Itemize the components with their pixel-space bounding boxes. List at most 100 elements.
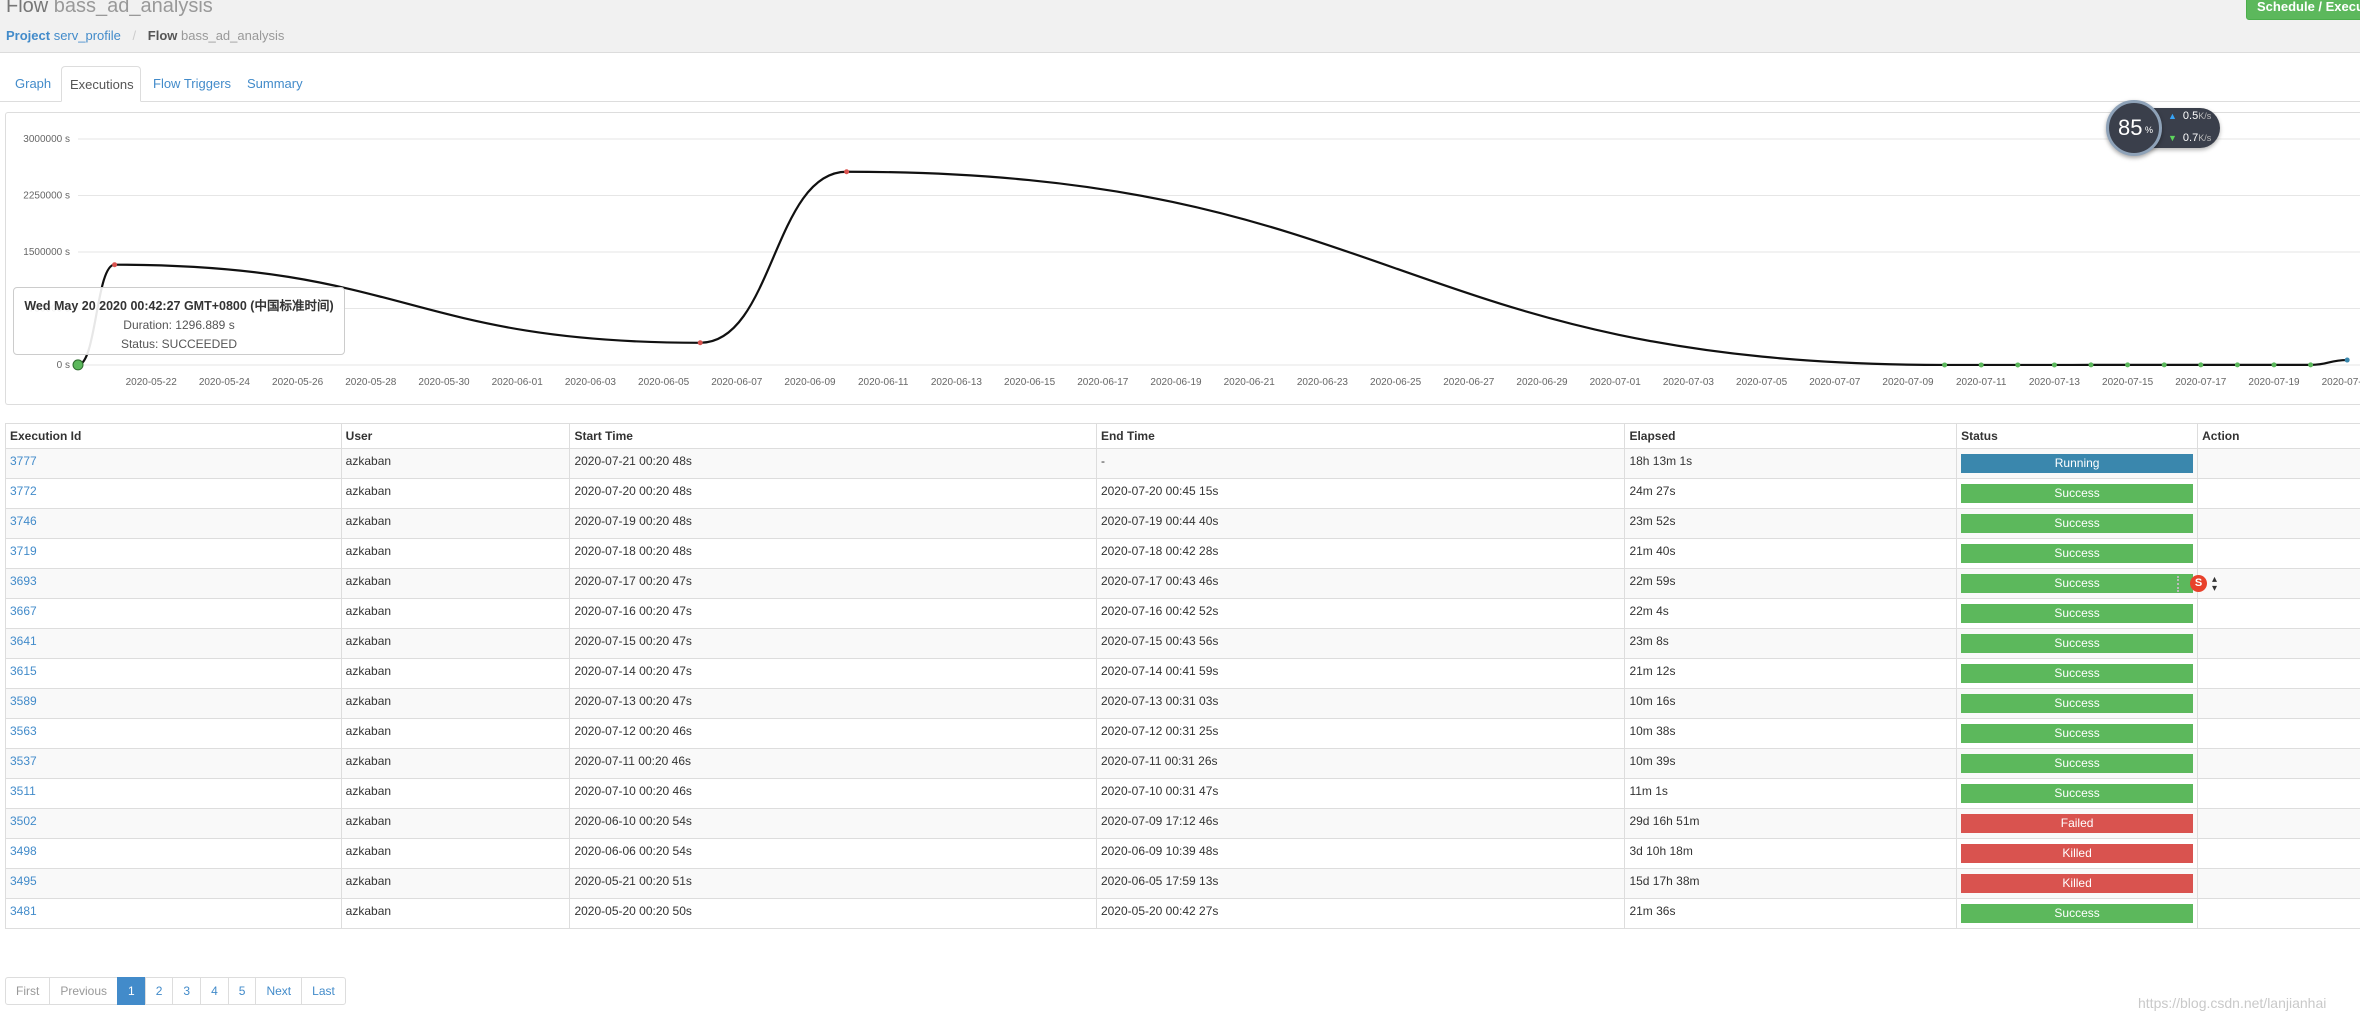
action-cell [2197,598,2360,629]
execution-id-link[interactable]: 3511 [10,784,36,798]
execution-id-link[interactable]: 3772 [10,484,37,498]
action-cell [2197,838,2360,869]
user-cell: azkaban [340,448,571,479]
user-cell: azkaban [340,508,571,539]
x-tick-label: 2020-07-21 [2322,377,2360,388]
x-tick-label: 2020-06-21 [1224,377,1276,388]
execution-id-cell: 3777 [5,448,342,479]
user-cell: azkaban [340,688,571,719]
status-badge: Success [1961,604,2194,623]
col-start-time[interactable]: Start Time [569,423,1097,449]
execution-id-link[interactable]: 3667 [10,604,37,618]
page-2-button[interactable]: 2 [144,977,174,1005]
y-tick-label: 2250000 s [23,191,70,202]
sogou-s-icon[interactable]: S [2190,575,2207,592]
end-time-cell: 2020-07-15 00:43 56s [1095,628,1626,659]
tooltip-duration: Duration: 1296.889 s [123,318,235,332]
start-time-cell: 2020-07-20 00:20 48s [569,478,1097,509]
col-execution-id[interactable]: Execution Id [5,423,342,449]
page-previous-button[interactable]: Previous [49,977,119,1005]
execution-id-link[interactable]: 3777 [10,454,37,468]
action-cell [2197,868,2360,899]
table-row: 3667 azkaban 2020-07-16 00:20 47s 2020-07-1… [5,598,2360,629]
execution-id-link[interactable]: 3746 [10,514,37,528]
start-time-cell: 2020-07-21 00:20 48s [569,448,1097,479]
status-cell: Success [1956,748,2199,779]
execution-id-link[interactable]: 3563 [10,724,37,738]
y-tick-label: 1500000 s [23,247,70,258]
x-tick-label: 2020-05-22 [126,377,178,388]
status-badge: Success [1961,544,2194,563]
execution-id-cell: 3563 [5,718,342,749]
data-point [2308,362,2314,368]
caret-updown-icon[interactable]: ▴ ▾ [2212,575,2217,594]
end-time-cell: 2020-05-20 00:42 27s [1095,898,1626,929]
elapsed-cell: 23m 52s [1624,508,1958,539]
table-header-row: Execution Id User Start Time End Time El… [5,423,2360,449]
end-time-cell: 2020-07-11 00:31 26s [1095,748,1626,779]
x-tick-label: 2020-07-09 [1882,377,1934,388]
user-cell: azkaban [340,598,571,629]
chart-tooltip: Wed May 20 2020 00:42:27 GMT+0800 (中国标准时… [13,287,345,355]
start-time-cell: 2020-07-10 00:20 46s [569,778,1097,809]
elapsed-cell: 22m 4s [1624,598,1958,629]
col-end-time[interactable]: End Time [1095,423,1626,449]
x-tick-label: 2020-06-25 [1370,377,1422,388]
user-cell: azkaban [340,538,571,569]
end-time-cell: 2020-07-09 17:12 46s [1095,808,1626,839]
status-badge: Success [1961,904,2194,923]
page-3-button[interactable]: 3 [172,977,202,1005]
status-cell: Failed [1956,808,2199,839]
execution-id-link[interactable]: 3495 [10,874,37,888]
execution-id-link[interactable]: 3537 [10,754,37,768]
x-tick-label: 2020-06-15 [1004,377,1056,388]
col-status[interactable]: Status [1956,423,2199,449]
page-next-button[interactable]: Next [255,977,303,1005]
x-tick-label: 2020-07-13 [2029,377,2081,388]
execution-id-link[interactable]: 3693 [10,574,37,588]
upload-speed-value: 0.5 [2182,110,2199,122]
page-4-button[interactable]: 4 [200,977,229,1005]
table-row: 3481 azkaban 2020-05-20 00:20 50s 2020-05-2… [5,898,2360,929]
page-last-button[interactable]: Last [301,977,346,1005]
action-cell [2197,808,2360,839]
drag-handle-icon[interactable] [2177,576,2187,592]
execution-id-link[interactable]: 3481 [10,904,37,918]
table-row: 3719 azkaban 2020-07-18 00:20 48s 2020-07-1… [5,538,2360,569]
tooltip-date: Wed May 20 2020 00:42:27 GMT+0800 (中国标准时… [24,299,334,313]
status-badge: Success [1961,784,2194,803]
col-elapsed[interactable]: Elapsed [1624,423,1958,449]
start-time-cell: 2020-05-20 00:20 50s [569,898,1097,929]
user-cell: azkaban [340,808,571,839]
x-tick-label: 2020-06-17 [1077,377,1129,388]
data-point [2015,362,2021,368]
elapsed-cell: 15d 17h 38m [1624,868,1958,899]
action-cell [2197,748,2360,779]
download-arrow-icon: ▼ [2168,133,2177,143]
execution-id-link[interactable]: 3502 [10,814,37,828]
col-user[interactable]: User [340,423,571,449]
y-tick-label: 3000000 s [23,134,70,145]
pagination: First Previous 1 2 3 4 5 Next Last [5,977,346,1005]
download-speed-value: 0.7 [2182,132,2199,144]
execution-id-link[interactable]: 3615 [10,664,37,678]
execution-id-link[interactable]: 3498 [10,844,37,858]
start-time-cell: 2020-07-14 00:20 47s [569,658,1097,689]
x-tick-label: 2020-07-01 [1590,377,1642,388]
data-point [2198,362,2204,368]
status-badge: Running [1961,454,2194,473]
network-speed-widget[interactable]: 85 % ▲ 0.5K/s ▼ 0.7K/s [2106,100,2226,158]
page-5-button[interactable]: 5 [227,977,257,1005]
execution-id-link[interactable]: 3719 [10,544,37,558]
page-1-button[interactable]: 1 [117,977,146,1005]
tooltip-status: Status: SUCCEEDED [120,337,238,351]
execution-id-link[interactable]: 3641 [10,634,37,648]
data-point [2234,362,2240,368]
table-row: 3641 azkaban 2020-07-15 00:20 47s 2020-07-1… [5,628,2360,659]
page-first-button[interactable]: First [5,977,51,1005]
floating-toolbar[interactable]: S ▴ ▾ [2176,574,2224,594]
execution-id-cell: 3502 [5,808,342,839]
execution-id-link[interactable]: 3589 [10,694,37,708]
end-time-cell: 2020-07-12 00:31 25s [1095,718,1626,749]
data-point [844,169,850,175]
